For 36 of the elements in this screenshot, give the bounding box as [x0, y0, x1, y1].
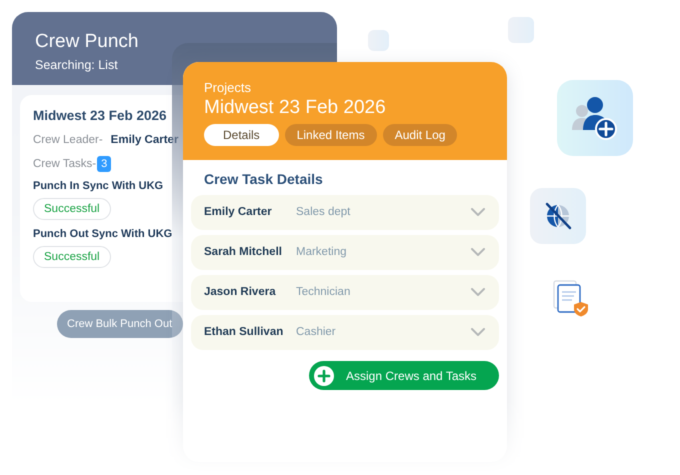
- breadcrumb: Projects: [204, 80, 252, 96]
- project-title: Midwest 23 Feb 2026: [33, 107, 168, 125]
- chevron-down-icon: [471, 208, 485, 217]
- chevron-down-icon: [471, 248, 485, 257]
- crew-row[interactable]: Ethan Sullivan Cashier: [191, 315, 499, 350]
- crew-row[interactable]: Jason Rivera Technician: [191, 275, 499, 310]
- plus-icon: [314, 366, 334, 386]
- card-title: Crew Punch: [35, 31, 140, 53]
- field-label: Crew Tasks-: [33, 157, 96, 172]
- crew-department: Technician: [296, 284, 352, 300]
- tab[interactable]: Details: [204, 124, 279, 146]
- decor-square: [508, 17, 534, 43]
- crew-name: Sarah Mitchell: [204, 244, 283, 260]
- status-pill: Successful: [33, 246, 111, 268]
- crew-name: Ethan Sullivan: [204, 324, 284, 340]
- globe-off-icon: [543, 201, 573, 231]
- crew-name: Emily Carter: [204, 204, 273, 220]
- chevron-down-icon: [471, 328, 485, 337]
- crew-row[interactable]: Emily Carter Sales dept: [191, 195, 499, 230]
- field-value: Emily Carter: [110, 133, 178, 148]
- chevron-down-icon: [471, 288, 485, 297]
- sync-label: Punch Out Sync With UKG: [33, 227, 172, 242]
- card-title: Midwest 23 Feb 2026: [204, 97, 387, 119]
- card-subtitle: Searching: List: [35, 57, 119, 73]
- section-title: Crew Task Details: [203, 170, 324, 188]
- crew-department: Cashier: [296, 324, 337, 340]
- crew-row[interactable]: Sarah Mitchell Marketing: [191, 235, 499, 270]
- status-pill: Successful: [33, 198, 111, 220]
- document-shield-icon: [553, 280, 590, 317]
- crew-department: Marketing: [296, 244, 348, 260]
- crew-name: Jason Rivera: [204, 284, 277, 300]
- add-user-icon: [570, 96, 620, 140]
- sync-label: Punch In Sync With UKG: [33, 179, 164, 194]
- count-badge: 3: [97, 156, 112, 172]
- field-label: Crew Leader-: [33, 133, 103, 148]
- crew-department: Sales dept: [296, 204, 352, 220]
